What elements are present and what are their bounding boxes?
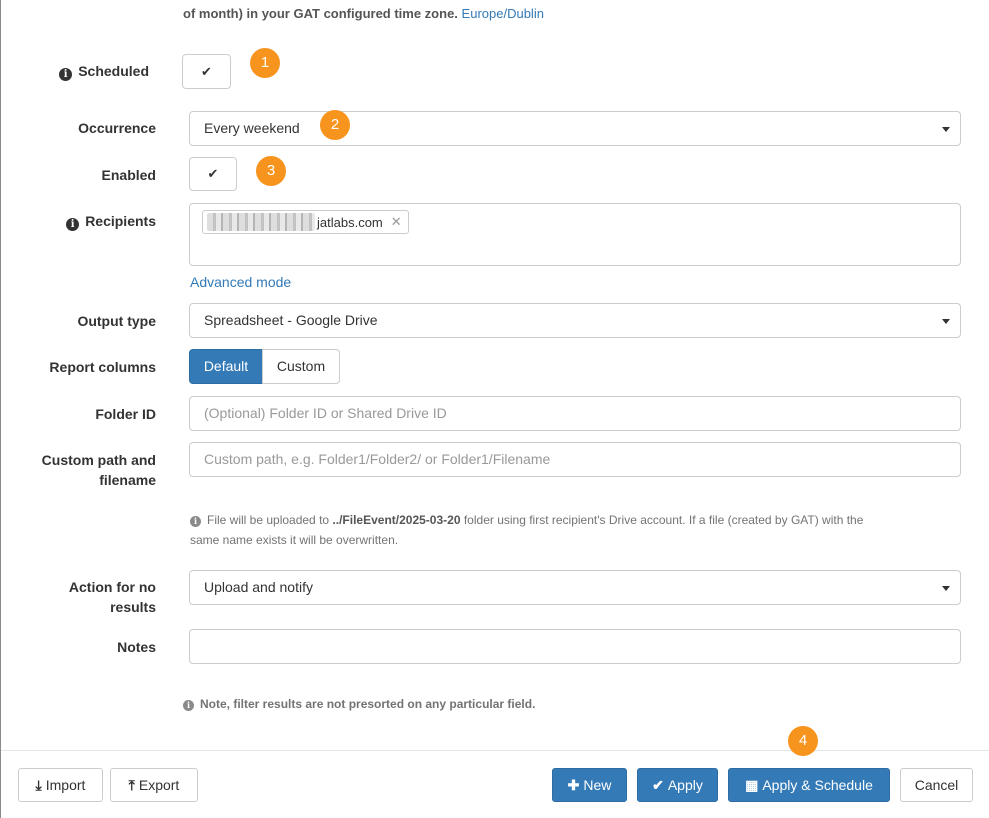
apply-button[interactable]: ✔ Apply [637, 768, 718, 802]
notes-input[interactable] [189, 629, 961, 664]
calendar-icon: ▦ [745, 777, 759, 793]
custom-path-input[interactable]: Custom path, e.g. Folder1/Folder2/ or Fo… [189, 442, 961, 477]
step-badge-2: 2 [320, 110, 350, 140]
redacted-email [207, 213, 315, 231]
folder-id-label: Folder ID [95, 406, 156, 422]
report-columns-default-button[interactable]: Default [189, 349, 263, 384]
scheduled-checkbox[interactable]: ✔ [182, 54, 231, 89]
recipient-chip-text: jatlabs.com [317, 214, 383, 230]
enabled-label: Enabled [101, 167, 156, 183]
recipients-input[interactable]: jatlabs.com ✕ [189, 203, 961, 266]
checkmark-icon: ✔ [207, 166, 219, 181]
dropdown-caret-icon [942, 586, 950, 591]
plus-icon: ✚ [567, 777, 580, 793]
export-icon: ⤒ [128, 777, 135, 793]
advanced-mode-link[interactable]: Advanced mode [190, 273, 291, 291]
info-icon: i [190, 516, 201, 527]
output-type-value: Spreadsheet - Google Drive [204, 312, 378, 328]
report-columns-label: Report columns [49, 359, 156, 375]
info-icon: i [59, 68, 73, 81]
action-no-results-value: Upload and notify [204, 579, 313, 595]
enabled-checkbox[interactable]: ✔ [189, 157, 237, 191]
checkmark-icon: ✔ [652, 777, 664, 793]
folder-id-input[interactable]: (Optional) Folder ID or Shared Drive ID [189, 396, 961, 431]
step-badge-4: 4 [788, 726, 818, 756]
dropdown-caret-icon [942, 127, 950, 132]
timezone-text: of month) in your GAT configured time zo… [183, 6, 458, 21]
occurrence-label: Occurrence [78, 120, 156, 136]
recipient-chip[interactable]: jatlabs.com ✕ [202, 210, 409, 234]
action-no-results-select[interactable]: Upload and notify [189, 570, 961, 605]
step-badge-3: 3 [256, 156, 286, 186]
output-type-label: Output type [77, 313, 156, 329]
cancel-button[interactable]: Cancel [900, 768, 973, 802]
info-icon: i [183, 700, 194, 711]
import-icon: ⤓ [35, 777, 42, 793]
sort-note: i Note, filter results are not presorted … [183, 695, 535, 713]
step-badge-1: 1 [250, 48, 280, 78]
action-no-results-label: Action for no results [68, 579, 156, 615]
output-type-select[interactable]: Spreadsheet - Google Drive [189, 303, 961, 338]
dropdown-caret-icon [942, 319, 950, 324]
upload-hint: i File will be uploaded to ../FileEvent/2… [190, 513, 864, 547]
upload-path: ../FileEvent/2025-03-20 [332, 513, 461, 527]
checkmark-icon: ✔ [201, 63, 212, 79]
remove-recipient-icon[interactable]: ✕ [391, 214, 402, 230]
custom-path-label: Custom path and filename [41, 452, 156, 488]
info-icon: i [66, 218, 80, 231]
export-button[interactable]: ⤒ Export [110, 768, 198, 802]
scheduled-label: i Scheduled [40, 61, 149, 81]
timezone-description: of month) in your GAT configured time zo… [183, 5, 544, 23]
new-button[interactable]: ✚ New [552, 768, 627, 802]
occurrence-select[interactable]: Every weekend [189, 111, 961, 146]
report-columns-custom-button[interactable]: Custom [262, 349, 340, 384]
import-button[interactable]: ⤓ Import [18, 768, 103, 802]
window-left-border [0, 0, 1, 818]
recipients-label: i Recipients [40, 211, 156, 231]
timezone-link[interactable]: Europe/Dublin [462, 6, 544, 21]
apply-schedule-button[interactable]: ▦ Apply & Schedule [728, 768, 890, 802]
notes-label: Notes [117, 639, 156, 655]
footer-divider [1, 750, 989, 751]
occurrence-value: Every weekend [204, 120, 300, 136]
